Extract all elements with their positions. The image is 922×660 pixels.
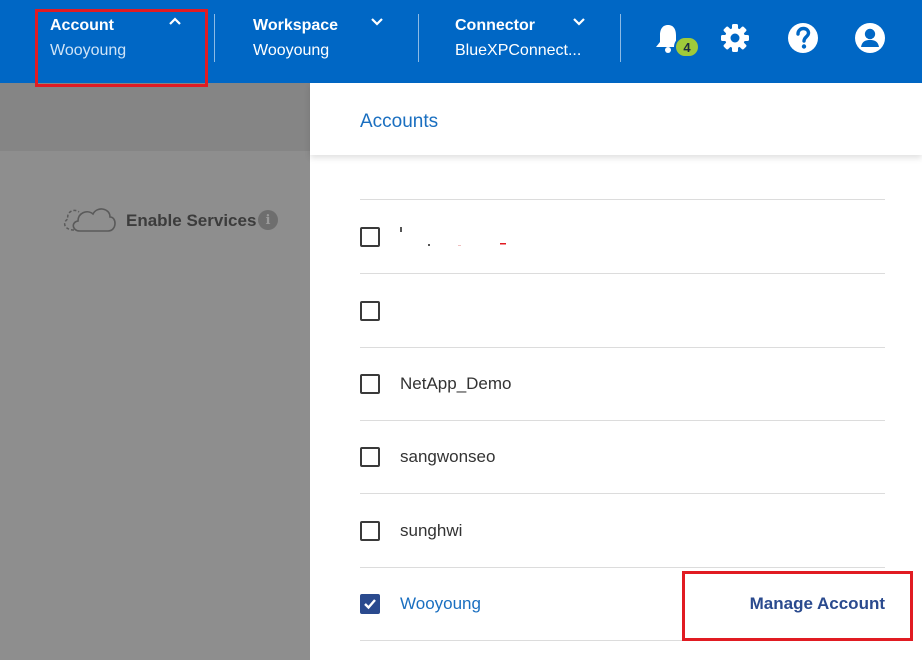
nav-divider <box>620 14 621 62</box>
account-row[interactable]: NetApp_Demo <box>360 347 885 421</box>
account-checkbox[interactable] <box>360 374 380 394</box>
account-name: sunghwi <box>400 521 463 540</box>
workspace-selector[interactable]: Workspace Wooyoung <box>216 0 416 83</box>
account-name: sangwonseo <box>400 447 496 466</box>
account-checkbox[interactable] <box>360 521 380 541</box>
settings-button[interactable] <box>717 20 753 56</box>
account-row[interactable]: sunghwi <box>360 494 885 568</box>
checkmark-icon <box>364 599 376 610</box>
account-highlight-box <box>35 9 208 87</box>
accounts-panel-title: Accounts <box>360 111 439 132</box>
enable-services-area[interactable] <box>60 204 118 236</box>
user-icon <box>855 23 885 53</box>
nav-divider <box>418 14 419 62</box>
account-checkbox[interactable] <box>360 227 380 247</box>
gear-icon <box>721 24 749 52</box>
nav-divider <box>214 14 215 62</box>
account-name: NetApp_Demo <box>400 374 512 393</box>
user-menu-button[interactable] <box>852 20 888 56</box>
redacted-text <box>400 227 506 246</box>
account-checkbox[interactable] <box>360 447 380 467</box>
accounts-panel-header: Accounts <box>310 83 922 155</box>
account-name: Wooyoung <box>400 594 481 613</box>
connector-value: BlueXPConnect... <box>455 42 582 59</box>
cloud-icon <box>60 202 118 239</box>
workspace-title: Workspace <box>253 17 339 34</box>
info-icon[interactable]: i <box>258 210 278 230</box>
chevron-down-icon <box>371 18 383 26</box>
workspace-value: Wooyoung <box>253 42 330 59</box>
help-button[interactable] <box>785 20 821 56</box>
notification-count-badge: 4 <box>674 36 700 58</box>
connector-title: Connector <box>455 17 535 34</box>
connector-selector[interactable]: Connector BlueXPConnect... <box>420 0 618 83</box>
account-checkbox[interactable] <box>360 301 380 321</box>
account-checkbox-checked[interactable] <box>360 594 380 614</box>
account-row[interactable] <box>360 274 885 348</box>
chevron-down-icon <box>573 18 585 26</box>
account-row[interactable]: sangwonseo <box>360 420 885 494</box>
help-icon <box>788 23 818 53</box>
left-header-band <box>0 83 310 151</box>
manage-account-highlight-box <box>682 571 913 641</box>
account-row[interactable] <box>360 200 885 274</box>
enable-services-label[interactable]: Enable Services <box>126 211 256 231</box>
